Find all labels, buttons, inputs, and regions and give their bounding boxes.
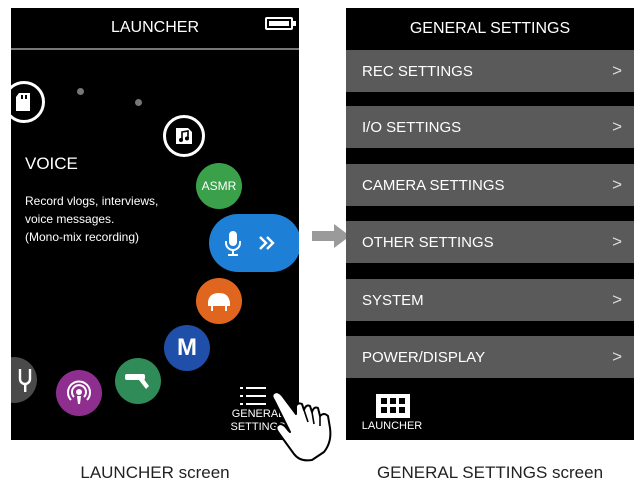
podcast-icon: [67, 380, 91, 404]
menu-item-io-settings[interactable]: I/O SETTINGS >: [346, 106, 634, 148]
asmr-label: ASMR: [201, 179, 237, 193]
menu-item-label: POWER/DISPLAY: [362, 348, 486, 366]
voice-mode-button[interactable]: [209, 214, 299, 272]
chevron-right-icon: >: [612, 61, 622, 80]
menu-item-label: OTHER SETTINGS: [362, 233, 494, 251]
piano-button[interactable]: [196, 278, 242, 324]
chevron-double-right-icon: [259, 236, 275, 250]
menu-item-label: CAMERA SETTINGS: [362, 176, 505, 194]
m-icon: M: [177, 334, 197, 361]
handheld-mic-icon: [125, 374, 149, 389]
menu-item-label: I/O SETTINGS: [362, 118, 462, 136]
chevron-right-icon: >: [612, 232, 622, 251]
menu-item-camera-settings[interactable]: CAMERA SETTINGS >: [346, 164, 634, 206]
menu-item-system[interactable]: SYSTEM >: [346, 279, 634, 321]
page-dot: [77, 88, 84, 95]
general-settings-title: GENERAL SETTINGS: [409, 20, 571, 37]
launcher-screen: LAUNCHER ASMR M VOICE Record vlogs, inte…: [11, 8, 299, 440]
sd-card-icon: [16, 93, 30, 111]
launcher-screen-caption: LAUNCHER screen: [80, 463, 230, 482]
music-file-icon: [176, 128, 192, 144]
m-button[interactable]: M: [164, 325, 210, 371]
menu-item-rec-settings[interactable]: REC SETTINGS >: [346, 50, 634, 92]
mode-description: Record vlogs, interviews, voice messages…: [25, 194, 159, 244]
list-menu-icon[interactable]: [240, 386, 266, 406]
menu-item-label: REC SETTINGS: [362, 62, 473, 80]
chevron-right-icon: >: [612, 117, 622, 136]
hand-pointer-icon: [268, 384, 332, 462]
menu-item-other-settings[interactable]: OTHER SETTINGS >: [346, 221, 634, 263]
general-settings-screen: GENERAL SETTINGS REC SETTINGS > I/O SETT…: [346, 8, 634, 440]
page-dot: [135, 99, 142, 106]
menu-item-power-display[interactable]: POWER/DISPLAY >: [346, 336, 634, 378]
launcher-grid-icon[interactable]: [376, 394, 410, 418]
sd-card-button[interactable]: [11, 81, 45, 123]
mode-title: VOICE: [25, 154, 78, 173]
chevron-right-icon: >: [612, 347, 622, 366]
menu-item-label: SYSTEM: [362, 291, 424, 309]
microphone-icon: [225, 231, 241, 256]
launcher-label[interactable]: LAUNCHER: [356, 420, 428, 432]
chevron-right-icon: >: [612, 290, 622, 309]
asmr-button[interactable]: ASMR: [196, 163, 242, 209]
arrow-right-icon: [312, 224, 350, 248]
chevron-right-icon: >: [612, 175, 622, 194]
battery-icon: [265, 17, 296, 30]
music-file-button[interactable]: [163, 115, 205, 157]
tuning-fork-button[interactable]: [11, 357, 37, 403]
handheld-mic-button[interactable]: [115, 358, 161, 404]
launcher-title: LAUNCHER: [110, 19, 199, 36]
piano-icon: [208, 293, 230, 311]
tuning-fork-icon: [18, 369, 32, 392]
header-divider: [11, 48, 299, 50]
podcast-button[interactable]: [56, 370, 102, 416]
general-settings-screen-caption: GENERAL SETTINGS screen: [376, 463, 604, 482]
